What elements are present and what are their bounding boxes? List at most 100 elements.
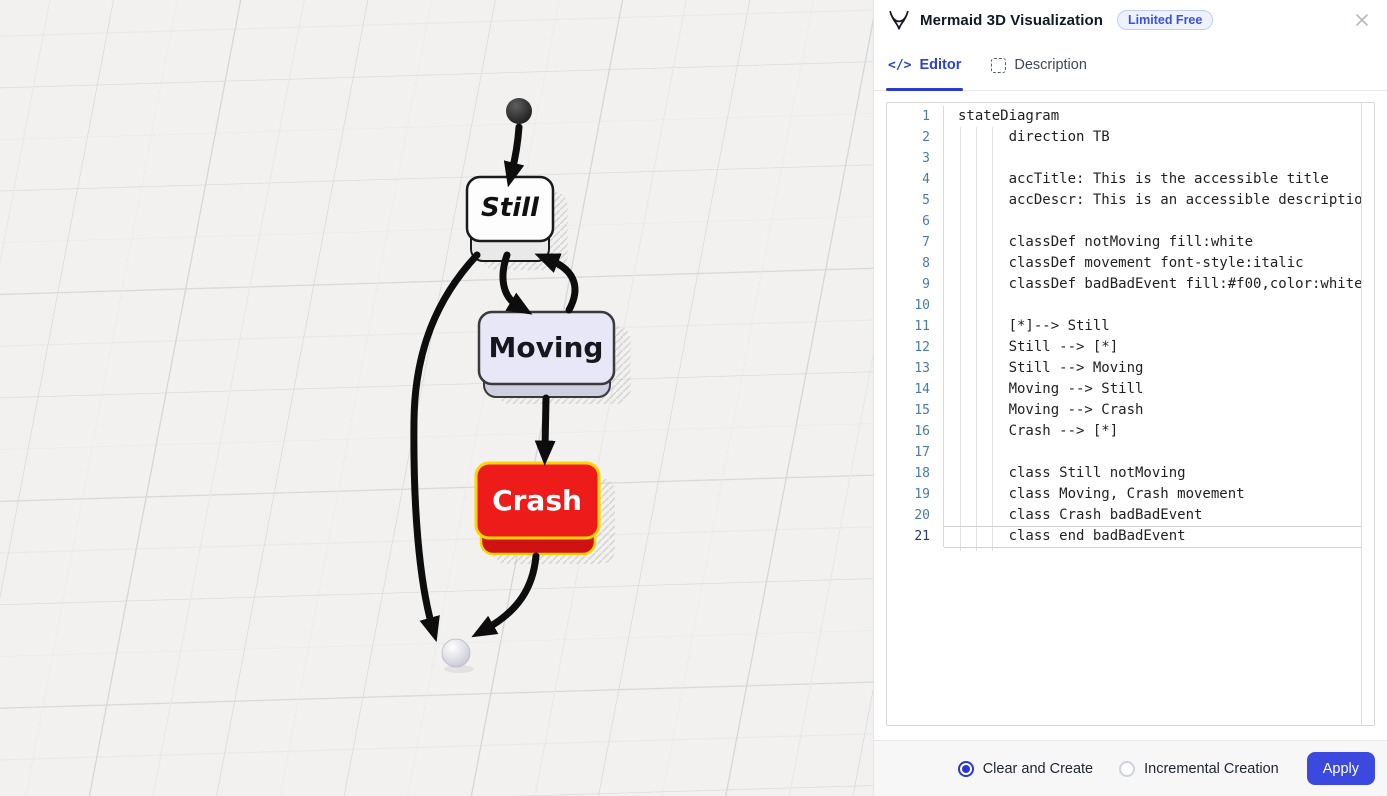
radio-incremental-creation-label: Incremental Creation <box>1144 761 1279 777</box>
active-tab-underline <box>886 88 963 91</box>
line-number: 1 <box>887 106 944 127</box>
line-number: 11 <box>887 316 944 337</box>
state-diagram: Still Moving Crash <box>0 0 873 796</box>
limited-free-badge: Limited Free <box>1117 10 1213 31</box>
line-text: Moving --> Still <box>944 379 1143 400</box>
line-number: 14 <box>887 379 944 400</box>
line-text: class Moving, Crash movement <box>944 484 1245 505</box>
code-line[interactable]: 6 <box>887 211 1362 232</box>
edge-still-to-end <box>414 255 477 626</box>
initial-state-node[interactable] <box>506 98 532 124</box>
code-line[interactable]: 4 accTitle: This is the accessible title <box>887 169 1362 190</box>
line-number: 20 <box>887 505 944 526</box>
line-text: Still --> [*] <box>944 337 1118 358</box>
code-line[interactable]: 17 <box>887 442 1362 463</box>
indent-guide <box>992 127 993 551</box>
line-number: 4 <box>887 169 944 190</box>
line-number: 9 <box>887 274 944 295</box>
scrollbar-track[interactable] <box>1361 103 1374 725</box>
apply-button[interactable]: Apply <box>1307 752 1375 785</box>
code-line[interactable]: 16 Crash --> [*] <box>887 421 1362 442</box>
line-text: classDef movement font-style:italic <box>944 253 1304 274</box>
state-node-crash[interactable]: Crash <box>476 463 599 554</box>
line-number: 17 <box>887 442 944 463</box>
edge-start-to-still <box>512 127 519 171</box>
code-line[interactable]: 14 Moving --> Still <box>887 379 1362 400</box>
line-number: 8 <box>887 253 944 274</box>
code-line[interactable]: 18 class Still notMoving <box>887 463 1362 484</box>
side-panel: Mermaid 3D Visualization Limited Free </… <box>873 0 1387 796</box>
radio-clear-and-create[interactable]: Clear and Create <box>958 761 1093 777</box>
line-text: classDef badBadEvent fill:#f00,color:whi… <box>944 274 1362 295</box>
line-number: 2 <box>887 127 944 148</box>
line-number: 3 <box>887 148 944 169</box>
tab-bar: </> Editor Description <box>874 40 1387 91</box>
code-line[interactable]: 12 Still --> [*] <box>887 337 1362 358</box>
still-label: Still <box>481 193 540 223</box>
line-number: 16 <box>887 421 944 442</box>
state-node-moving[interactable]: Moving <box>479 312 614 397</box>
indent-guide <box>960 127 961 551</box>
code-line[interactable]: 5 accDescr: This is an accessible descri… <box>887 190 1362 211</box>
final-state-node[interactable] <box>442 639 470 667</box>
code-line[interactable]: 8 classDef movement font-style:italic <box>887 253 1362 274</box>
line-text <box>944 442 958 463</box>
line-text: class end badBadEvent <box>944 526 1186 547</box>
app-window: Still Moving Crash <box>0 0 1387 796</box>
line-text <box>944 148 958 169</box>
active-line-border <box>944 526 1362 527</box>
line-text <box>944 295 958 316</box>
line-text: class Still notMoving <box>944 463 1186 484</box>
line-text: accTitle: This is the accessible title <box>944 169 1329 190</box>
dashed-box-icon <box>991 58 1006 73</box>
line-number: 15 <box>887 400 944 421</box>
mermaid-logo-icon <box>888 9 910 31</box>
line-text: accDescr: This is an accessible descript… <box>944 190 1362 211</box>
code-line[interactable]: 20 class Crash badBadEvent <box>887 505 1362 526</box>
line-text: [*]--> Still <box>944 316 1110 337</box>
line-number: 18 <box>887 463 944 484</box>
radio-unselected-icon <box>1119 761 1135 777</box>
line-number: 10 <box>887 295 944 316</box>
code-line[interactable]: 3 <box>887 148 1362 169</box>
code-line[interactable]: 15 Moving --> Crash <box>887 400 1362 421</box>
edge-moving-to-crash <box>545 398 546 449</box>
radio-clear-and-create-label: Clear and Create <box>983 761 1093 777</box>
line-text <box>944 211 958 232</box>
active-line-border <box>944 547 1362 548</box>
line-text: class Crash badBadEvent <box>944 505 1202 526</box>
line-number: 19 <box>887 484 944 505</box>
code-line[interactable]: 9 classDef badBadEvent fill:#f00,color:w… <box>887 274 1362 295</box>
line-text: Moving --> Crash <box>944 400 1143 421</box>
line-number: 13 <box>887 358 944 379</box>
line-text: stateDiagram <box>944 106 1059 127</box>
line-number: 12 <box>887 337 944 358</box>
radio-incremental-creation[interactable]: Incremental Creation <box>1119 761 1279 777</box>
code-icon: </> <box>888 58 911 73</box>
code-line[interactable]: 2 direction TB <box>887 127 1362 148</box>
tab-editor[interactable]: </> Editor <box>888 40 961 90</box>
code-line[interactable]: 10 <box>887 295 1362 316</box>
line-number: 21 <box>887 526 944 547</box>
3d-canvas[interactable]: Still Moving Crash <box>0 0 873 796</box>
close-button[interactable] <box>1351 9 1373 31</box>
code-line[interactable]: 13 Still --> Moving <box>887 358 1362 379</box>
line-text: Still --> Moving <box>944 358 1143 379</box>
line-number: 5 <box>887 190 944 211</box>
panel-header: Mermaid 3D Visualization Limited Free <box>874 0 1387 40</box>
code-line[interactable]: 7 classDef notMoving fill:white <box>887 232 1362 253</box>
code-editor[interactable]: 1stateDiagram2 direction TB34 accTitle: … <box>886 102 1375 726</box>
line-text: classDef notMoving fill:white <box>944 232 1253 253</box>
moving-label: Moving <box>489 331 604 364</box>
state-node-still[interactable]: Still <box>467 177 553 261</box>
tab-editor-label: Editor <box>919 57 961 73</box>
indent-guide <box>976 127 977 551</box>
panel-title: Mermaid 3D Visualization <box>920 12 1103 29</box>
panel-footer: Clear and Create Incremental Creation Ap… <box>874 740 1387 796</box>
code-line[interactable]: 19 class Moving, Crash movement <box>887 484 1362 505</box>
line-number: 6 <box>887 211 944 232</box>
code-line[interactable]: 11 [*]--> Still <box>887 316 1362 337</box>
tab-description[interactable]: Description <box>991 40 1087 90</box>
code-line[interactable]: 1stateDiagram <box>887 106 1362 127</box>
code-line[interactable]: 21 class end badBadEvent <box>887 526 1362 547</box>
